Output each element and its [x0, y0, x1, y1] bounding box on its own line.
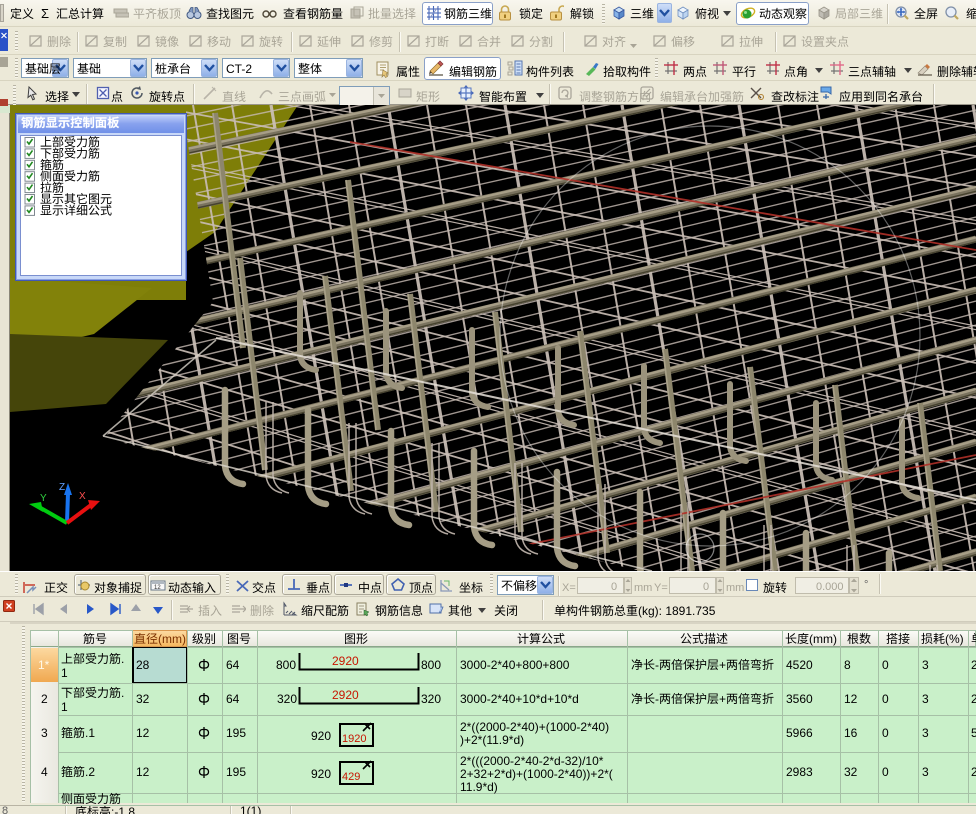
svg-text:Z: Z [59, 482, 65, 493]
svg-text:12: 12 [154, 585, 161, 591]
svg-text:X: X [79, 491, 86, 502]
svg-text:Y: Y [40, 493, 47, 504]
